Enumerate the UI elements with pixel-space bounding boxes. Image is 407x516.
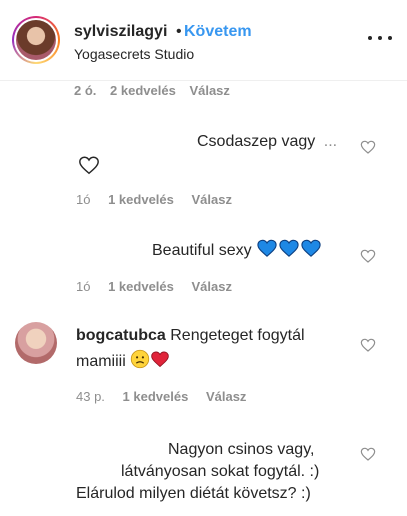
comment-text-line: Nagyon csinos vagy,	[168, 441, 315, 458]
commenter-username[interactable]: bogcatubca	[76, 327, 166, 344]
comment-text-line: látványosan sokat fogytál. :)	[121, 463, 320, 480]
comment-text-line: Elárulod milyen diétát követsz? :)	[76, 485, 311, 502]
blue-heart-emoji-icon	[257, 239, 277, 257]
comment-time: 43 p.	[76, 389, 105, 404]
reply-button[interactable]: Válasz	[189, 83, 229, 98]
like-heart-icon[interactable]	[360, 337, 376, 353]
more-options-icon[interactable]	[368, 30, 392, 46]
worried-face-emoji-icon	[131, 349, 150, 369]
post-header: sylviszilagyi • Követem Yogasecrets Stud…	[0, 0, 407, 81]
follow-button[interactable]: Követem	[184, 23, 252, 41]
separator-dot: •	[176, 23, 182, 40]
like-heart-icon[interactable]	[360, 248, 376, 264]
truncation-ellipsis[interactable]: ...	[324, 133, 337, 150]
comment-meta: 43 p. 1 kedvelés Válasz	[76, 389, 260, 404]
comment-likes[interactable]: 1 kedvelés	[108, 279, 174, 294]
blue-heart-emoji-icon	[279, 239, 299, 257]
like-heart-icon[interactable]	[360, 139, 376, 155]
reply-button[interactable]: Válasz	[192, 279, 232, 294]
commenter-avatar[interactable]	[15, 322, 57, 364]
blue-heart-emoji-icon	[301, 239, 321, 257]
white-heart-emoji-icon	[79, 156, 99, 175]
author-username[interactable]: sylviszilagyi	[74, 23, 167, 41]
author-avatar[interactable]	[12, 16, 60, 64]
comment-text: Beautiful sexy	[152, 238, 322, 262]
reply-button[interactable]: Válasz	[192, 192, 232, 207]
comment-meta: 1ó 1 kedvelés Válasz	[76, 279, 246, 294]
comment-likes[interactable]: 1 kedvelés	[108, 192, 174, 207]
comment-likes[interactable]: 2 kedvelés	[110, 83, 176, 98]
comment-text: bogcatubca Rengeteget fogytál	[76, 327, 305, 344]
comment-text: Csodaszep vagy ...	[197, 133, 338, 150]
avatar-image	[16, 20, 56, 60]
comment-time: 2 ó.	[74, 83, 97, 98]
comment-text-line: mamiiii	[76, 349, 170, 373]
location-link[interactable]: Yogasecrets Studio	[74, 46, 194, 62]
red-heart-emoji-icon	[151, 351, 169, 368]
comment-likes[interactable]: 1 kedvelés	[123, 389, 189, 404]
reply-button[interactable]: Válasz	[206, 389, 246, 404]
comment-meta: 1ó 1 kedvelés Válasz	[76, 192, 246, 207]
comment-time: 1ó	[76, 279, 91, 294]
previous-comment-meta: 2 ó. 2 kedvelés Válasz	[74, 83, 240, 98]
like-heart-icon[interactable]	[360, 446, 376, 462]
comment-time: 1ó	[76, 192, 91, 207]
